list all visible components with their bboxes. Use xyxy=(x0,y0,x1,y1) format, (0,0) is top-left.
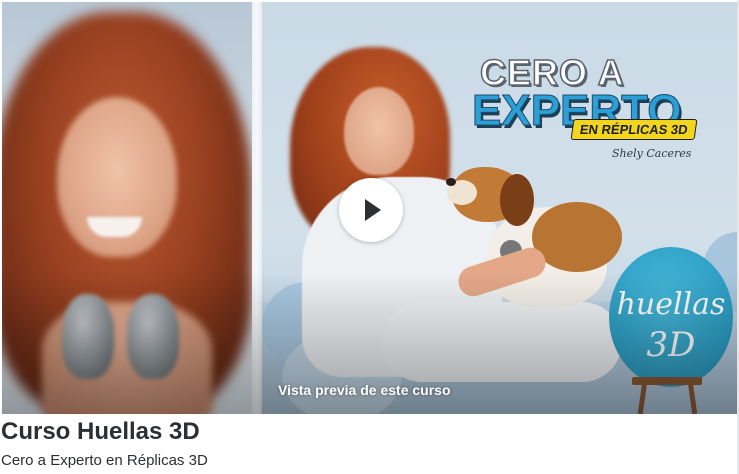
preview-course-label[interactable]: Vista previa de este curso xyxy=(278,382,451,398)
course-preview-video[interactable]: CERO A EXPERTO EN RÉPLICAS 3D Shely Cace… xyxy=(2,2,738,414)
course-title: Curso Huellas 3D xyxy=(1,418,200,445)
image-signature: Shely Caceres xyxy=(612,147,692,160)
course-image-title: CERO A EXPERTO EN RÉPLICAS 3D Shely Cace… xyxy=(471,51,732,182)
image-title-badge: EN RÉPLICAS 3D xyxy=(570,119,698,140)
course-subtitle: Cero a Experto en Réplicas 3D xyxy=(1,452,208,469)
play-button[interactable] xyxy=(339,178,403,242)
play-icon xyxy=(365,199,381,221)
